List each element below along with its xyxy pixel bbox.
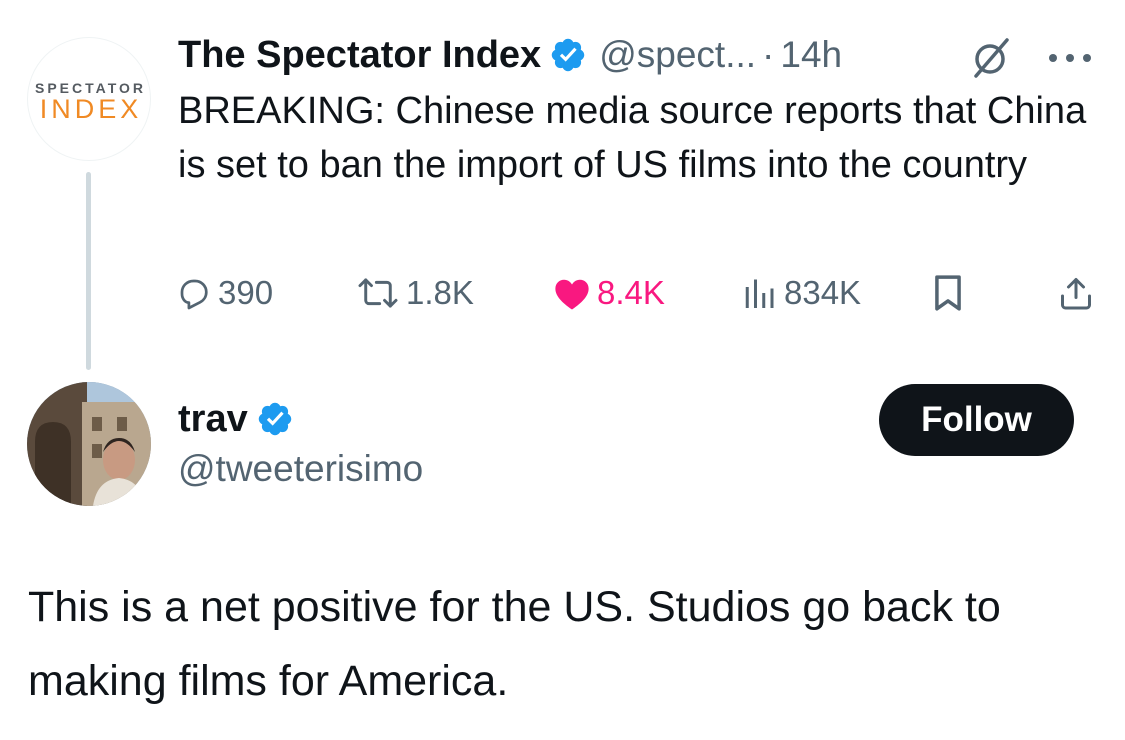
views-icon	[745, 279, 774, 308]
reply-button[interactable]: 390	[176, 268, 273, 318]
spectator-index-avatar[interactable]: SPECTATOR INDEX	[27, 37, 151, 161]
repost-button[interactable]: 1.8K	[356, 268, 474, 318]
like-button[interactable]: 8.4K	[553, 268, 665, 318]
trav-avatar[interactable]	[27, 382, 151, 506]
views-button[interactable]: 834K	[742, 268, 861, 318]
share-icon	[1061, 278, 1091, 310]
repost-count: 1.8K	[406, 274, 474, 311]
profile-photo	[27, 382, 151, 506]
author-display-name[interactable]: The Spectator Index	[178, 34, 541, 77]
reply-count: 390	[218, 274, 274, 311]
reply-author-row: trav	[178, 394, 294, 444]
author-handle[interactable]: @spect...	[599, 34, 756, 76]
reply-tweet-text: This is a net positive for the US. Studi…	[28, 583, 1001, 705]
repost-icon	[358, 278, 398, 308]
share-button[interactable]	[1058, 268, 1094, 318]
verified-badge-icon	[551, 38, 585, 72]
bookmark-icon	[935, 275, 961, 311]
like-count: 8.4K	[597, 274, 665, 311]
views-count: 834K	[784, 274, 862, 311]
parent-tweet-text: BREAKING: Chinese media source reports t…	[178, 90, 1087, 186]
reply-author-name[interactable]: trav	[178, 398, 248, 441]
grok-icon[interactable]	[967, 34, 1015, 82]
follow-button[interactable]: Follow	[879, 384, 1074, 456]
more-options-icon[interactable]	[1045, 46, 1095, 70]
bookmark-button[interactable]	[932, 268, 964, 318]
reply-icon	[180, 279, 208, 310]
heart-icon	[555, 279, 589, 310]
tweet-timestamp[interactable]: 14h	[780, 34, 842, 76]
parent-tweet-header: The Spectator Index @spect... · 14h	[178, 30, 842, 80]
dot-separator: ·	[762, 34, 775, 75]
tweet-action-bar: 390 1.8K 8.4K 834K	[0, 268, 1125, 318]
logo-text-bottom: INDEX	[39, 93, 143, 124]
verified-badge-icon	[258, 402, 291, 436]
reply-author-handle[interactable]: @tweeterisimo	[178, 444, 423, 494]
